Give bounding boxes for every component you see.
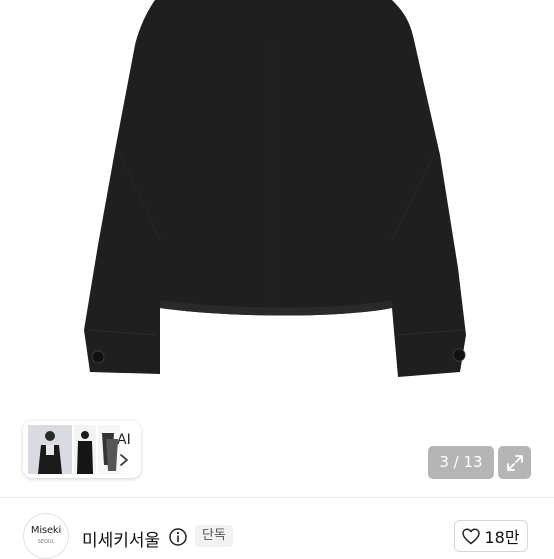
exclusive-badge: 단독	[195, 525, 233, 547]
ai-label[interactable]: AI	[117, 432, 131, 448]
info-icon[interactable]	[168, 527, 188, 547]
heart-icon	[462, 527, 481, 544]
shop-name[interactable]: 미세키서울	[82, 526, 160, 551]
thumbnail-images	[28, 425, 120, 474]
like-button[interactable]: 18만	[454, 520, 528, 552]
like-count: 18만	[484, 528, 520, 547]
shop-logo-subtext: SEOUL	[37, 539, 55, 545]
shop-logo[interactable]: Miseki SEOUL	[23, 513, 69, 559]
image-counter: 3 / 13	[428, 446, 494, 479]
expand-icon	[506, 454, 523, 471]
expand-button[interactable]	[498, 446, 531, 479]
chevron-right-icon[interactable]	[118, 453, 130, 467]
shop-logo-text: Miseki	[30, 525, 62, 536]
related-thumbnails[interactable]	[23, 421, 141, 478]
divider	[0, 497, 554, 498]
